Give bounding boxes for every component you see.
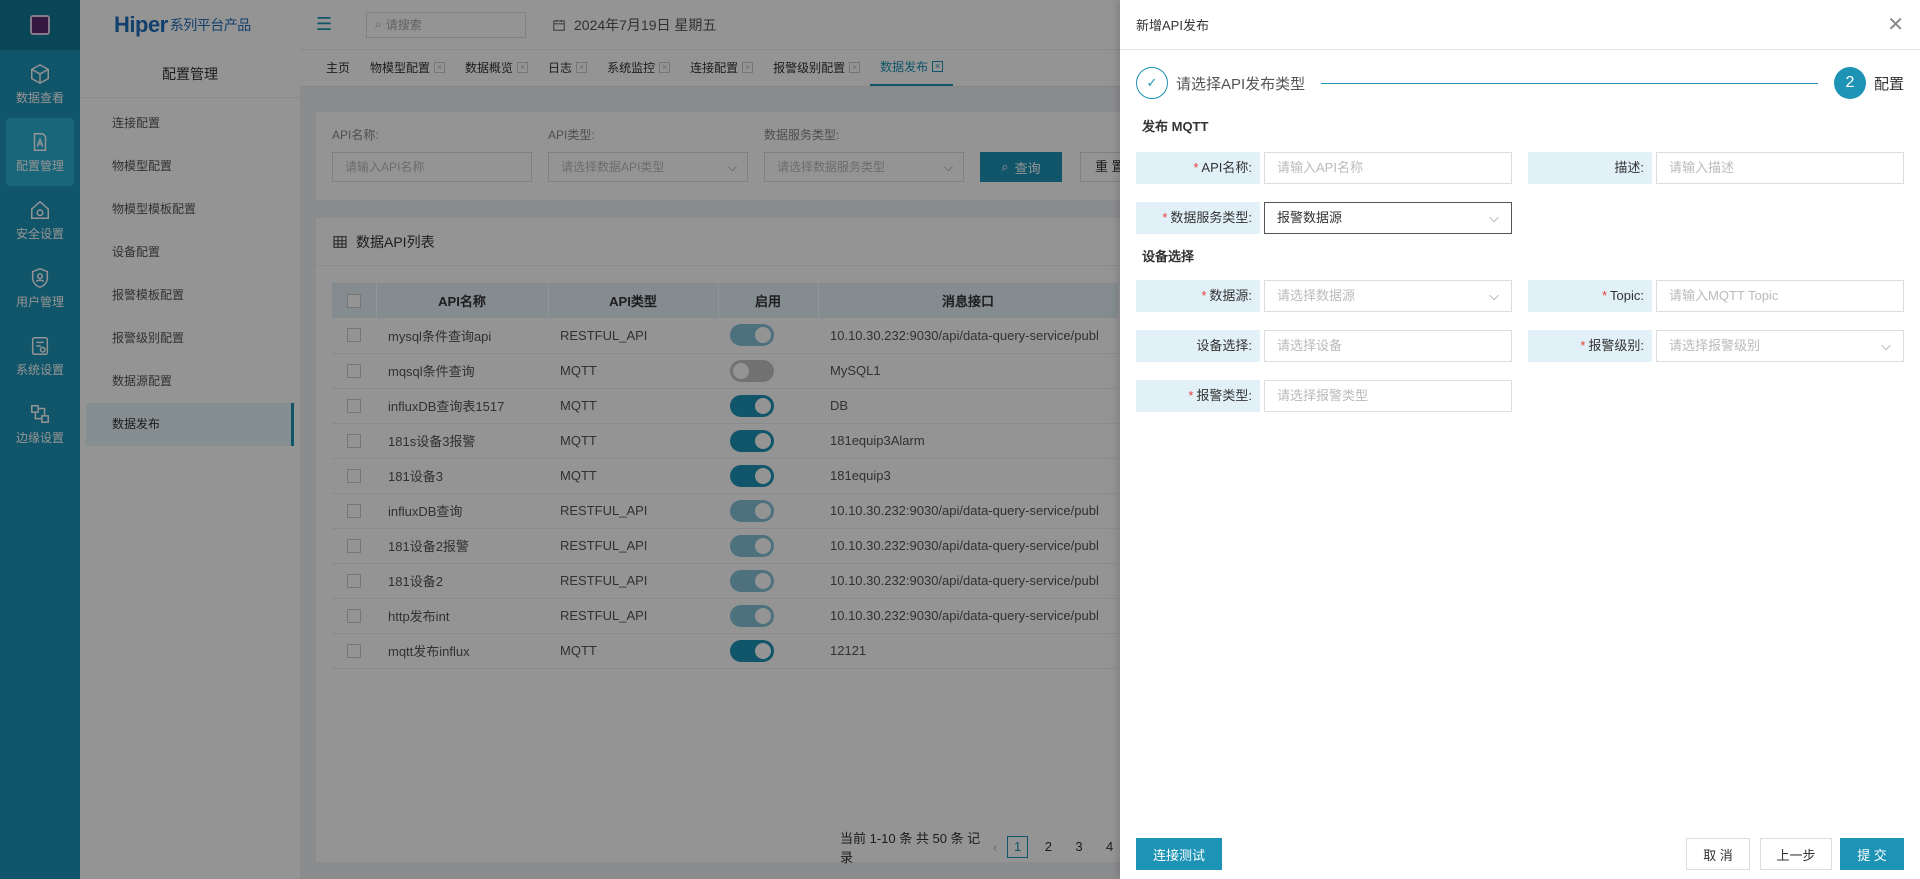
step-indicator: ✓ 请选择API发布类型 2 配置 bbox=[1136, 66, 1904, 100]
new-api-drawer: 新增API发布 ✕ ✓ 请选择API发布类型 2 配置 发布 MQTT * API… bbox=[1120, 0, 1920, 879]
description-label: 描述: bbox=[1528, 152, 1652, 184]
device-input[interactable]: 请选择设备 bbox=[1264, 330, 1512, 362]
placeholder: 请选择报警级别 bbox=[1669, 338, 1761, 353]
chevron-down-icon: ⌵ bbox=[1881, 338, 1891, 353]
step-connector bbox=[1321, 82, 1818, 84]
section-device-select: 设备选择 bbox=[1142, 249, 1195, 264]
chevron-down-icon: ⌵ bbox=[1489, 288, 1499, 303]
section-publish-mqtt: 发布 MQTT bbox=[1142, 119, 1209, 134]
topic-input[interactable]: 请输入MQTT Topic bbox=[1656, 280, 1904, 312]
service-type-select[interactable]: 报警数据源 ⌵ bbox=[1264, 202, 1512, 234]
chevron-down-icon: ⌵ bbox=[1489, 210, 1499, 225]
step-2-number: 2 bbox=[1833, 67, 1866, 99]
check-icon: ✓ bbox=[1136, 67, 1168, 99]
alarm-type-label: * 报警类型: bbox=[1136, 380, 1260, 412]
prev-step-button[interactable]: 上一步 bbox=[1760, 838, 1832, 870]
device-label: 设备选择: bbox=[1136, 330, 1260, 362]
drawer-title: 新增API发布 bbox=[1136, 18, 1209, 33]
step-1-label: 请选择API发布类型 bbox=[1176, 75, 1306, 93]
selected-value: 报警数据源 bbox=[1277, 210, 1343, 225]
submit-button[interactable]: 提 交 bbox=[1840, 838, 1904, 870]
datasource-label: * 数据源: bbox=[1136, 280, 1260, 312]
close-icon[interactable]: ✕ bbox=[1887, 12, 1904, 37]
description-input[interactable]: 请输入描述 bbox=[1656, 152, 1904, 184]
cancel-button[interactable]: 取 消 bbox=[1686, 838, 1750, 870]
drawer-header: 新增API发布 ✕ bbox=[1120, 0, 1920, 50]
topic-label: * Topic: bbox=[1528, 280, 1652, 312]
modal-backdrop[interactable] bbox=[0, 0, 1120, 879]
alarm-type-input[interactable]: 请选择报警类型 bbox=[1264, 380, 1512, 412]
datasource-select[interactable]: 请选择数据源 ⌵ bbox=[1264, 280, 1512, 312]
service-type-label: * 数据服务类型: bbox=[1136, 202, 1260, 234]
alarm-level-select[interactable]: 请选择报警级别 ⌵ bbox=[1656, 330, 1904, 362]
api-name-label: * API名称: bbox=[1136, 152, 1260, 184]
alarm-level-label: * 报警级别: bbox=[1528, 330, 1652, 362]
step-2-label: 配置 bbox=[1873, 75, 1904, 93]
connection-test-button[interactable]: 连接测试 bbox=[1136, 838, 1222, 870]
api-name-input[interactable]: 请输入API名称 bbox=[1264, 152, 1512, 184]
placeholder: 请选择数据源 bbox=[1277, 288, 1356, 303]
